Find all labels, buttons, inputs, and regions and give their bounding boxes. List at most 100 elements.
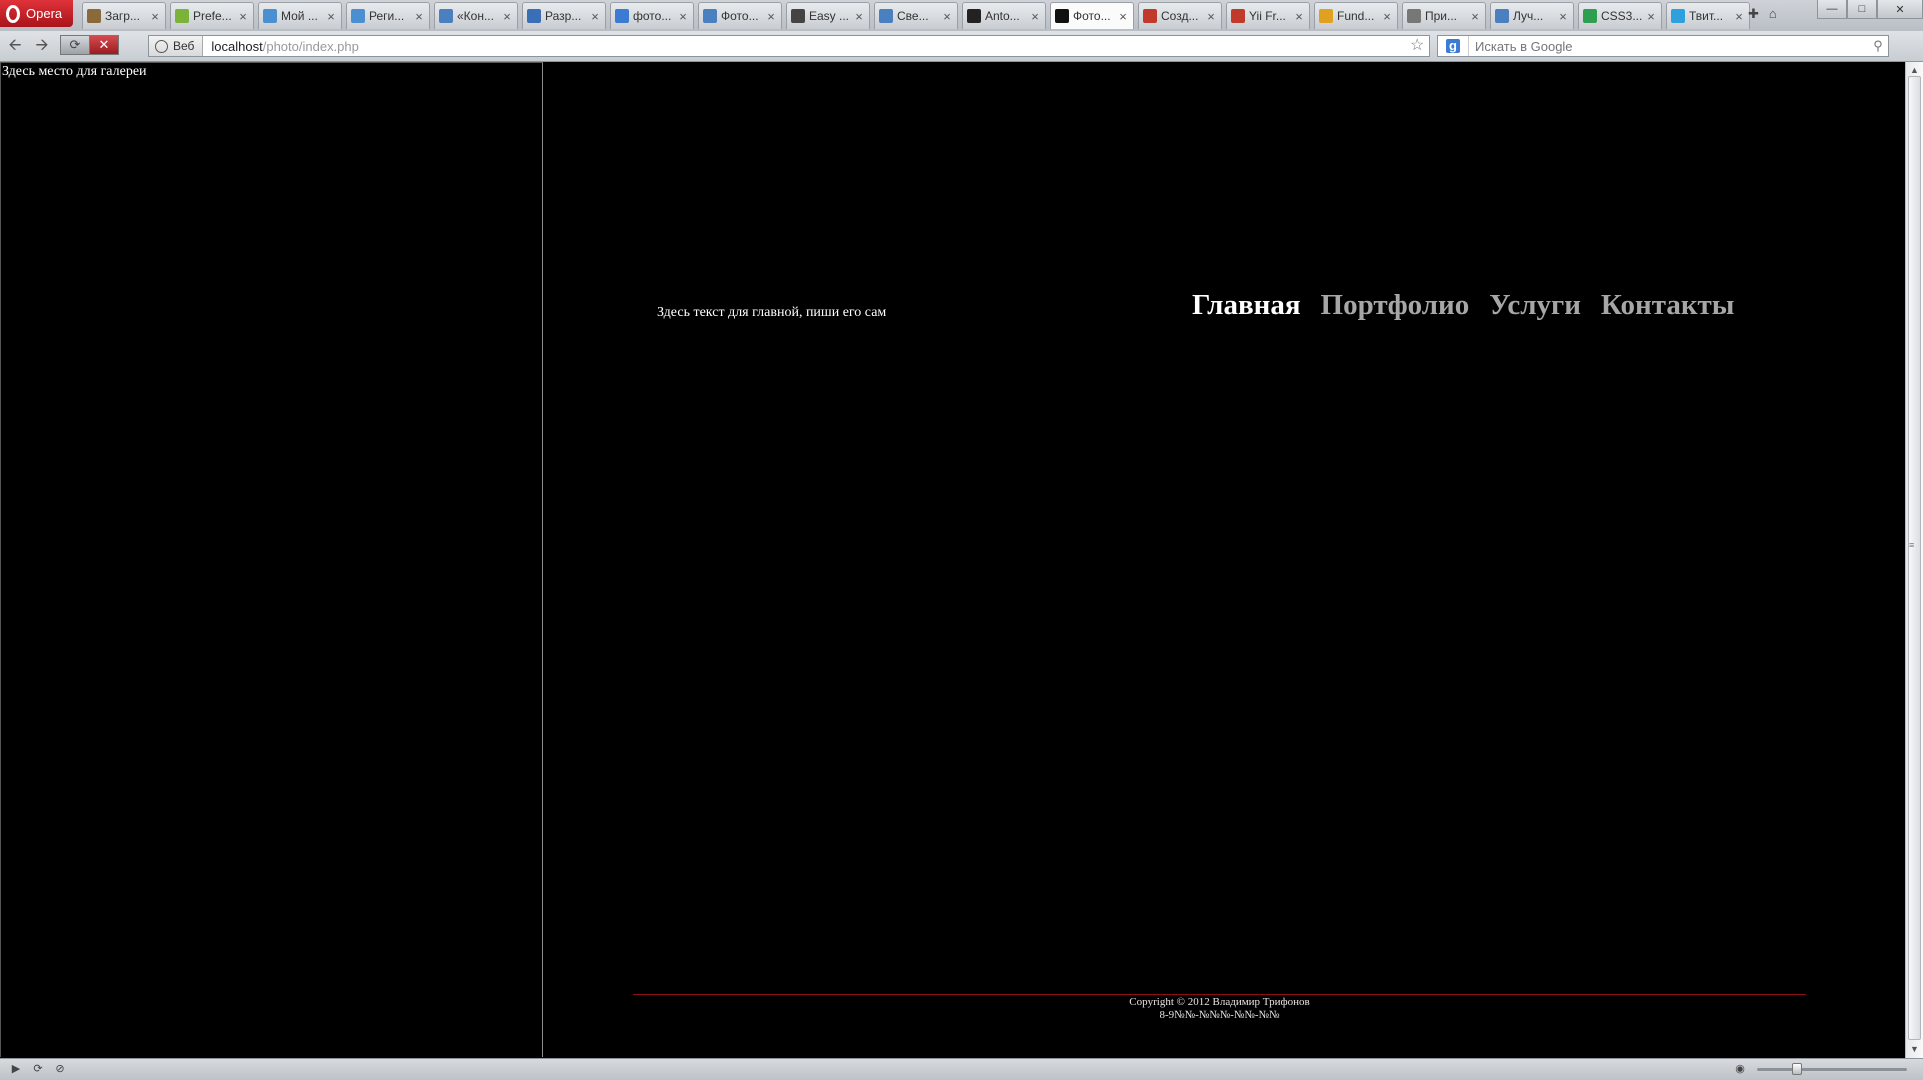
search-field[interactable]: g ⚲ bbox=[1437, 35, 1889, 57]
main-content-text: Здесь текст для главной, пиши его сам bbox=[657, 305, 887, 320]
site-info-label: Веб bbox=[173, 39, 195, 53]
browser-tab[interactable]: Созд... × bbox=[1138, 2, 1222, 29]
trash-icon[interactable]: ⌂ bbox=[1769, 6, 1777, 22]
browser-tab[interactable]: фото... × bbox=[610, 2, 694, 29]
search-icon[interactable]: ⚲ bbox=[1868, 38, 1888, 54]
url-host: localhost bbox=[211, 38, 263, 54]
tab-favicon-icon bbox=[351, 9, 365, 23]
footer-copyright: Copyright © 2012 Владимир Трифонов bbox=[1129, 996, 1310, 1008]
opera-menu-button[interactable]: Opera bbox=[0, 0, 73, 27]
tab-close-icon[interactable]: × bbox=[1204, 9, 1218, 24]
zoom-slider[interactable] bbox=[1757, 1068, 1907, 1071]
gallery-panel: Здесь место для галереи bbox=[0, 62, 543, 1057]
browser-tab[interactable]: Фото... × bbox=[698, 2, 782, 29]
tab-favicon-icon bbox=[791, 9, 805, 23]
status-bar: ▶ ⟳ ⊘ ◉ bbox=[0, 1058, 1923, 1080]
tab-title: При... bbox=[1425, 9, 1458, 23]
tab-favicon-icon bbox=[439, 9, 453, 23]
tab-title: Фото... bbox=[721, 9, 759, 23]
browser-tab[interactable]: Реги... × bbox=[346, 2, 430, 29]
tab-close-icon[interactable]: × bbox=[324, 9, 338, 24]
browser-tab[interactable]: CSS3... × bbox=[1578, 2, 1662, 29]
tab-title: Easy ... bbox=[809, 9, 850, 23]
tab-close-icon[interactable]: × bbox=[852, 9, 866, 24]
tab-favicon-icon bbox=[1319, 9, 1333, 23]
tab-favicon-icon bbox=[703, 9, 717, 23]
tab-title: Созд... bbox=[1161, 9, 1199, 23]
tab-close-icon[interactable]: × bbox=[1028, 9, 1042, 24]
tab-favicon-icon bbox=[1231, 9, 1245, 23]
footer: Copyright © 2012 Владимир Трифонов 8-9№№… bbox=[633, 996, 1806, 1022]
sync-icon[interactable]: ⟳ bbox=[28, 1062, 48, 1077]
tab-favicon-icon bbox=[1143, 9, 1157, 23]
browser-tab[interactable]: «Кон... × bbox=[434, 2, 518, 29]
tab-favicon-icon bbox=[175, 9, 189, 23]
scroll-thumb[interactable] bbox=[1908, 76, 1921, 1040]
tab-close-icon[interactable]: × bbox=[1556, 9, 1570, 24]
google-icon: g bbox=[1446, 39, 1460, 53]
browser-tab[interactable]: Загр... × bbox=[82, 2, 166, 29]
browser-tab[interactable]: Prefe... × bbox=[170, 2, 254, 29]
tab-close-icon[interactable]: × bbox=[940, 9, 954, 24]
new-tab-icon[interactable]: ✚ bbox=[1748, 6, 1759, 22]
browser-tab[interactable]: Фото... × bbox=[1050, 2, 1134, 29]
bookmark-star-icon[interactable]: ☆ bbox=[1410, 35, 1424, 55]
view-icon[interactable]: ◉ bbox=[1730, 1062, 1750, 1077]
browser-tab[interactable]: Anto... × bbox=[962, 2, 1046, 29]
browser-tab[interactable]: Мой ... × bbox=[258, 2, 342, 29]
turbo-icon[interactable]: ⊘ bbox=[50, 1062, 70, 1077]
browser-tab[interactable]: Разр... × bbox=[522, 2, 606, 29]
scroll-down-icon[interactable]: ▼ bbox=[1910, 1044, 1919, 1054]
tab-close-icon[interactable]: × bbox=[1292, 9, 1306, 24]
tab-close-icon[interactable]: × bbox=[1644, 9, 1658, 24]
tab-close-icon[interactable]: × bbox=[1468, 9, 1482, 24]
tab-favicon-icon bbox=[615, 9, 629, 23]
tab-favicon-icon bbox=[263, 9, 277, 23]
menu-item-home[interactable]: Главная bbox=[1192, 289, 1301, 322]
reload-icon[interactable]: ⟳ bbox=[60, 35, 90, 55]
tab-close-icon[interactable]: × bbox=[236, 9, 250, 24]
browser-tab[interactable]: Fund... × bbox=[1314, 2, 1398, 29]
search-input[interactable] bbox=[1469, 37, 1868, 55]
tab-close-icon[interactable]: × bbox=[1116, 9, 1130, 24]
tabbar-extra-controls: ✚ ⌂ bbox=[1748, 6, 1777, 22]
stop-icon[interactable]: ✕ bbox=[89, 35, 119, 55]
tab-close-icon[interactable]: × bbox=[764, 9, 778, 24]
menu-item-portfolio[interactable]: Портфолио bbox=[1321, 289, 1470, 322]
zoom-slider-knob[interactable] bbox=[1792, 1063, 1802, 1075]
tab-close-icon[interactable]: × bbox=[500, 9, 514, 24]
tab-title: Твит... bbox=[1689, 9, 1724, 23]
menu-item-contacts[interactable]: Контакты bbox=[1601, 289, 1735, 322]
tab-close-icon[interactable]: × bbox=[1380, 9, 1394, 24]
tab-title: Anto... bbox=[985, 9, 1020, 23]
back-arrow-icon[interactable]: 🡨 bbox=[4, 36, 26, 56]
site-info-badge[interactable]: Веб bbox=[149, 36, 204, 56]
tab-close-icon[interactable]: × bbox=[588, 9, 602, 24]
browser-tab[interactable]: Yii Fr... × bbox=[1226, 2, 1310, 29]
tab-favicon-icon bbox=[1407, 9, 1421, 23]
tab-close-icon[interactable]: × bbox=[148, 9, 162, 24]
panel-toggle-icon[interactable]: ▶ bbox=[6, 1062, 26, 1077]
gallery-placeholder-text: Здесь место для галереи bbox=[2, 64, 147, 79]
opera-logo-icon bbox=[6, 4, 20, 23]
restore-icon[interactable]: □ bbox=[1847, 0, 1877, 19]
tab-close-icon[interactable]: × bbox=[676, 9, 690, 24]
minimize-icon[interactable]: — bbox=[1817, 0, 1847, 19]
tab-close-icon[interactable]: × bbox=[1732, 9, 1746, 24]
address-field[interactable]: Веб localhost/photo/index.php bbox=[148, 35, 1430, 57]
browser-tab[interactable]: При... × bbox=[1402, 2, 1486, 29]
search-engine-selector[interactable]: g bbox=[1438, 36, 1469, 56]
tab-title: Фото... bbox=[1073, 9, 1111, 23]
tab-close-icon[interactable]: × bbox=[412, 9, 426, 24]
vertical-scrollbar[interactable]: ▲ ≡ ▼ bbox=[1905, 62, 1923, 1058]
browser-tab[interactable]: Луч... × bbox=[1490, 2, 1574, 29]
forward-arrow-icon[interactable]: 🡪 bbox=[31, 36, 53, 56]
scroll-up-icon[interactable]: ▲ bbox=[1910, 65, 1919, 75]
browser-tab[interactable]: Твит... × bbox=[1666, 2, 1750, 29]
tab-title: Yii Fr... bbox=[1249, 9, 1286, 23]
browser-tab[interactable]: Све... × bbox=[874, 2, 958, 29]
menu-item-services[interactable]: Услуги bbox=[1489, 289, 1581, 322]
tab-title: «Кон... bbox=[457, 9, 494, 23]
window-close-icon[interactable]: ✕ bbox=[1877, 0, 1923, 19]
browser-tab[interactable]: Easy ... × bbox=[786, 2, 870, 29]
